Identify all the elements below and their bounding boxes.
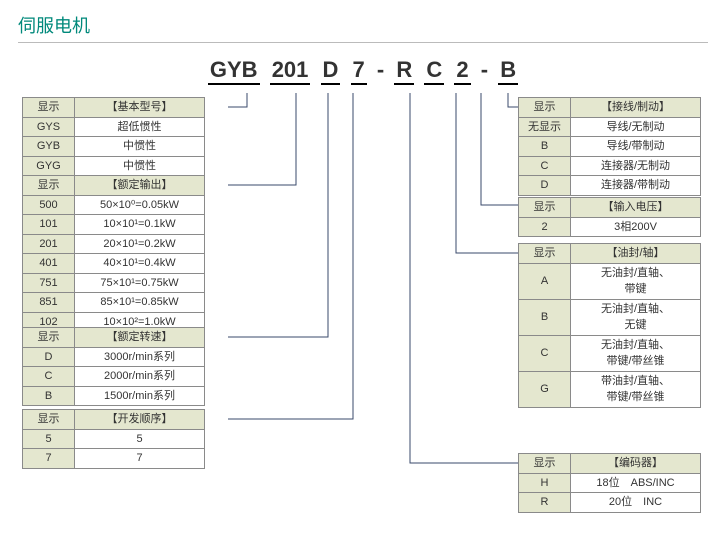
col-desc: 【接线/制动】 bbox=[571, 98, 701, 118]
table-enc: 显示【编码器】 H18位 ABS/INC R20位 INC bbox=[518, 453, 701, 513]
seg-conn: B bbox=[498, 57, 518, 85]
seg-speed: D bbox=[321, 57, 341, 85]
model-number: GYB 201 D 7 - R C 2 - B bbox=[18, 57, 708, 85]
table-devseq: 显示【开发顺序】 55 77 bbox=[22, 409, 205, 469]
table-volt: 显示【输入电压】 23相200V bbox=[518, 197, 701, 237]
col-desc: 【油封/轴】 bbox=[571, 244, 701, 264]
table-row: H18位 ABS/INC bbox=[519, 473, 701, 493]
seg-enc: R bbox=[394, 57, 414, 85]
table-row: B无油封/直轴、 无键 bbox=[519, 299, 701, 335]
seg-basic: GYB bbox=[208, 57, 260, 85]
col-display: 显示 bbox=[23, 328, 75, 348]
table-row: 50050×10⁰=0.05kW bbox=[23, 195, 205, 215]
page-title: 伺服电机 bbox=[18, 12, 708, 43]
table-row: GYG中惯性 bbox=[23, 156, 205, 176]
table-row: 77 bbox=[23, 449, 205, 469]
dash: - bbox=[375, 57, 386, 83]
table-row: G带油封/直轴、 带键/带丝锥 bbox=[519, 371, 701, 407]
table-basic: 显示【基本型号】 GYS超低惯性 GYB中惯性 GYG中惯性 bbox=[22, 97, 205, 176]
table-row: 75175×10¹=0.75kW bbox=[23, 273, 205, 293]
seg-output: 201 bbox=[270, 57, 311, 85]
col-display: 显示 bbox=[23, 176, 75, 196]
table-row: B导线/带制动 bbox=[519, 137, 701, 157]
table-row: GYB中惯性 bbox=[23, 137, 205, 157]
table-row: 10110×10¹=0.1kW bbox=[23, 215, 205, 235]
col-display: 显示 bbox=[23, 410, 75, 430]
col-desc: 【输入电压】 bbox=[571, 198, 701, 218]
seg-devseq: 7 bbox=[351, 57, 367, 85]
table-row: 20120×10¹=0.2kW bbox=[23, 234, 205, 254]
col-desc: 【额定输出】 bbox=[75, 176, 205, 196]
table-row: D连接器/带制动 bbox=[519, 176, 701, 196]
table-row: C连接器/无制动 bbox=[519, 156, 701, 176]
table-row: 85185×10¹=0.85kW bbox=[23, 293, 205, 313]
seg-shaft: C bbox=[424, 57, 444, 85]
table-row: 40140×10¹=0.4kW bbox=[23, 254, 205, 274]
table-speed: 显示【额定转速】 D3000r/min系列 C2000r/min系列 B1500… bbox=[22, 327, 205, 406]
col-display: 显示 bbox=[519, 454, 571, 474]
col-display: 显示 bbox=[23, 98, 75, 118]
table-row: GYS超低惯性 bbox=[23, 117, 205, 137]
col-display: 显示 bbox=[519, 244, 571, 264]
col-desc: 【额定转速】 bbox=[75, 328, 205, 348]
col-display: 显示 bbox=[519, 98, 571, 118]
dash: - bbox=[479, 57, 490, 83]
table-row: B1500r/min系列 bbox=[23, 386, 205, 406]
col-desc: 【基本型号】 bbox=[75, 98, 205, 118]
table-row: C2000r/min系列 bbox=[23, 367, 205, 387]
table-conn: 显示【接线/制动】 无显示导线/无制动 B导线/带制动 C连接器/无制动 D连接… bbox=[518, 97, 701, 196]
table-row: 无显示导线/无制动 bbox=[519, 117, 701, 137]
col-desc: 【编码器】 bbox=[571, 454, 701, 474]
seg-volt: 2 bbox=[454, 57, 470, 85]
table-row: A无油封/直轴、 带键 bbox=[519, 263, 701, 299]
col-display: 显示 bbox=[519, 198, 571, 218]
table-output: 显示【额定输出】 50050×10⁰=0.05kW 10110×10¹=0.1k… bbox=[22, 175, 205, 332]
diagram-area: 显示【基本型号】 GYS超低惯性 GYB中惯性 GYG中惯性 显示【额定输出】 … bbox=[18, 93, 708, 533]
table-row: D3000r/min系列 bbox=[23, 347, 205, 367]
table-row: R20位 INC bbox=[519, 493, 701, 513]
table-shaft: 显示【油封/轴】 A无油封/直轴、 带键 B无油封/直轴、 无键 C无油封/直轴… bbox=[518, 243, 701, 408]
col-desc: 【开发顺序】 bbox=[75, 410, 205, 430]
table-row: 23相200V bbox=[519, 217, 701, 237]
table-row: C无油封/直轴、 带键/带丝锥 bbox=[519, 335, 701, 371]
table-row: 55 bbox=[23, 429, 205, 449]
